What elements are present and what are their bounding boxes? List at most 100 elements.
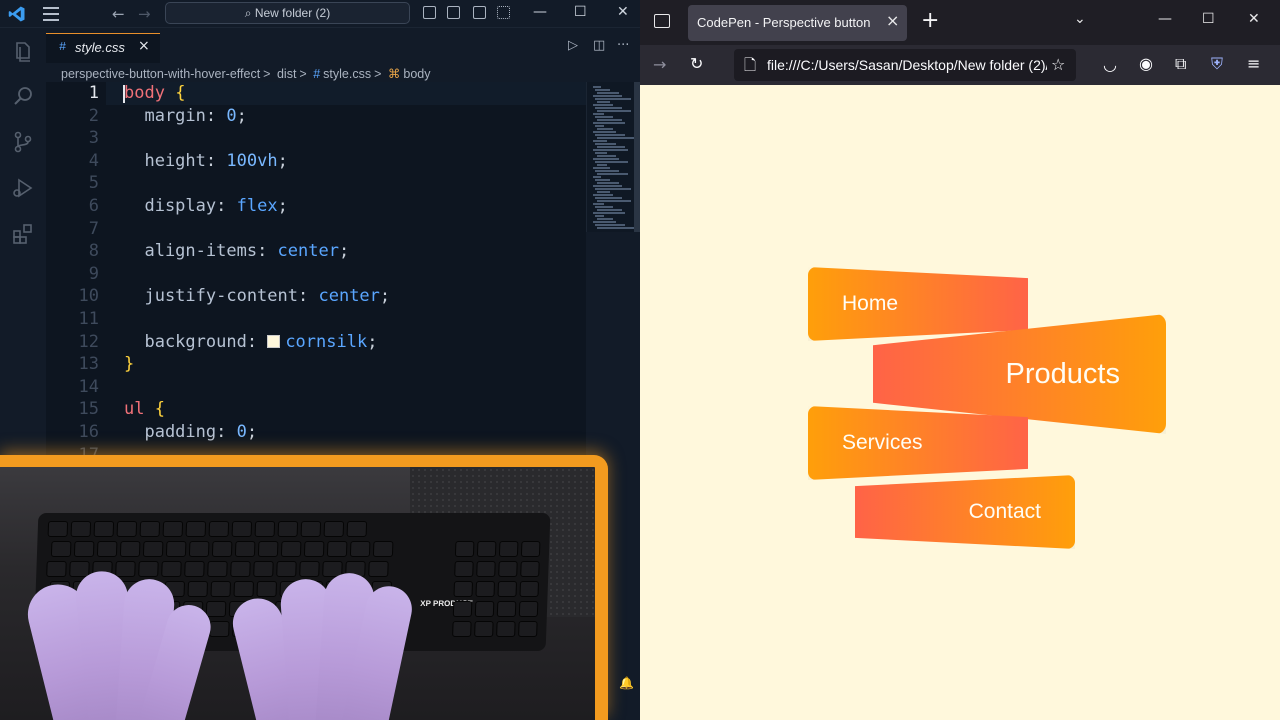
forward-arrow-icon[interactable]: → [138, 5, 151, 23]
browser-tab-close-icon[interactable]: × [886, 11, 899, 30]
line-number: 12 [78, 331, 99, 352]
browser-tab-codepen[interactable]: CodePen - Perspective button with × [688, 5, 907, 41]
new-tab-icon[interactable]: + [921, 8, 939, 33]
run-debug-icon[interactable] [11, 176, 35, 200]
breadcrumb-file[interactable]: style.css [323, 67, 371, 81]
numpad-key [474, 621, 494, 637]
back-arrow-icon[interactable]: ← [112, 5, 125, 23]
code-line[interactable]: 10 justify-content: center; [46, 285, 586, 308]
pocket-icon[interactable]: ◡ [1103, 55, 1117, 74]
close-window-icon[interactable]: ✕ [1248, 11, 1260, 27]
code-line[interactable]: 7 [46, 218, 586, 241]
keyboard-key [372, 541, 394, 557]
notification-bell-icon[interactable]: 🔔 [619, 676, 634, 690]
keyboard-key [185, 521, 207, 537]
code-token: cornsilk [285, 331, 368, 352]
code-token: : [257, 241, 278, 262]
minimize-icon[interactable]: — [1158, 11, 1172, 27]
code-token: : [205, 150, 227, 171]
run-file-icon[interactable]: ▷ [568, 38, 578, 53]
numpad-key [453, 581, 474, 597]
account-icon[interactable]: ◉ [1139, 54, 1153, 73]
code-editor[interactable]: 1 body {2 margin: 0; 3 4 height: 100vh; 5 6 d… [46, 82, 586, 462]
minimap-line [597, 110, 631, 112]
color-swatch-icon[interactable] [267, 334, 281, 348]
toggle-sidebar-icon[interactable] [423, 6, 436, 19]
code-line[interactable]: 9 [46, 263, 586, 286]
address-bar[interactable]: 🗋 file:///C:/Users/Sasan/Desktop/New fol… [734, 49, 1076, 81]
toggle-secondary-sidebar-icon[interactable] [473, 6, 486, 19]
tab-style-css[interactable]: # style.css × [46, 33, 160, 63]
browser-window: CodePen - Perspective button with × + ⌄ … [640, 0, 1280, 720]
extensions-icon[interactable]: ⧉ [1175, 54, 1186, 74]
numpad-key [496, 621, 516, 637]
code-line[interactable]: 11 [46, 308, 586, 331]
shield-icon[interactable]: ⛨ [1211, 54, 1223, 74]
code-line[interactable]: 6 display: flex; [46, 195, 586, 218]
code-line[interactable]: 14 [46, 376, 586, 399]
code-line[interactable]: 12 background: cornsilk; [46, 331, 586, 354]
keyboard-key [165, 541, 187, 557]
customize-layout-icon[interactable] [497, 6, 510, 19]
split-editor-icon[interactable]: ◫ [593, 38, 605, 53]
maximize-icon[interactable]: ☐ [574, 4, 587, 20]
command-center-search[interactable]: ⌕ New folder (2) [165, 2, 410, 24]
breadcrumb-separator: > [263, 67, 271, 81]
tab-overview-icon[interactable] [654, 14, 670, 28]
menu-item-services[interactable]: Services [808, 406, 1028, 480]
code-token: : [216, 422, 237, 442]
browser-tab-title: CodePen - Perspective button with [697, 15, 872, 30]
code-line[interactable]: 15 ul { [46, 398, 586, 421]
code-text: margin: 0; [124, 105, 246, 128]
code-line[interactable]: 3 [46, 127, 586, 150]
numpad-key [476, 561, 496, 577]
breadcrumb-dist[interactable]: dist [277, 67, 296, 81]
more-actions-icon[interactable]: ··· [617, 38, 629, 53]
keyboard-key [349, 541, 371, 557]
close-window-icon[interactable]: ✕ [617, 4, 629, 20]
extensions-icon[interactable] [11, 222, 35, 246]
keyboard-key [233, 581, 255, 597]
code-text: background: cornsilk; [124, 331, 377, 354]
code-token: ; [338, 241, 350, 262]
url-text[interactable]: file:///C:/Users/Sasan/Desktop/New folde… [767, 57, 1047, 73]
code-token: : [205, 105, 227, 126]
code-line[interactable]: 4 height: 100vh; [46, 150, 586, 173]
minimap-line [595, 215, 604, 217]
forward-arrow-icon[interactable]: → [653, 55, 666, 74]
numpad-key [518, 601, 539, 617]
search-icon[interactable] [11, 84, 35, 108]
code-token: center [277, 241, 339, 262]
reload-icon[interactable]: ↻ [690, 54, 703, 73]
keyboard-key [253, 561, 274, 577]
keyboard-key [368, 561, 389, 577]
toggle-panel-icon[interactable] [447, 6, 460, 19]
breadcrumb-folder[interactable]: perspective-button-with-hover-effect [61, 67, 260, 81]
hamburger-menu-icon[interactable] [43, 7, 59, 21]
source-control-icon[interactable] [11, 130, 35, 154]
breadcrumb-symbol[interactable]: body [403, 67, 430, 81]
maximize-icon[interactable]: ☐ [1202, 11, 1215, 27]
app-menu-icon[interactable]: ≡ [1247, 54, 1260, 73]
minimap-line [597, 191, 610, 193]
minimize-icon[interactable]: — [533, 4, 547, 20]
menu-item-contact[interactable]: Contact [855, 475, 1075, 549]
menu-item-home[interactable]: Home [808, 267, 1028, 341]
menu-item-label: Products [1005, 357, 1120, 390]
minimap[interactable] [586, 82, 634, 232]
minimap-line [593, 185, 622, 187]
code-line[interactable]: 8 align-items: center; [46, 240, 586, 263]
tab-close-icon[interactable]: × [138, 38, 150, 54]
code-line[interactable]: 1 body { [46, 82, 586, 105]
line-number: 14 [78, 376, 99, 397]
bookmark-star-icon[interactable]: ☆ [1051, 55, 1065, 74]
minimap-line [597, 92, 619, 94]
code-line[interactable]: 13} [46, 353, 586, 376]
list-all-tabs-icon[interactable]: ⌄ [1074, 11, 1086, 27]
breadcrumb-separator: > [299, 67, 307, 81]
code-line[interactable]: 5 [46, 172, 586, 195]
code-line[interactable]: 2 margin: 0; [46, 105, 586, 128]
code-line[interactable]: 16 padding: 0; [46, 421, 586, 444]
explorer-icon[interactable] [11, 40, 35, 64]
